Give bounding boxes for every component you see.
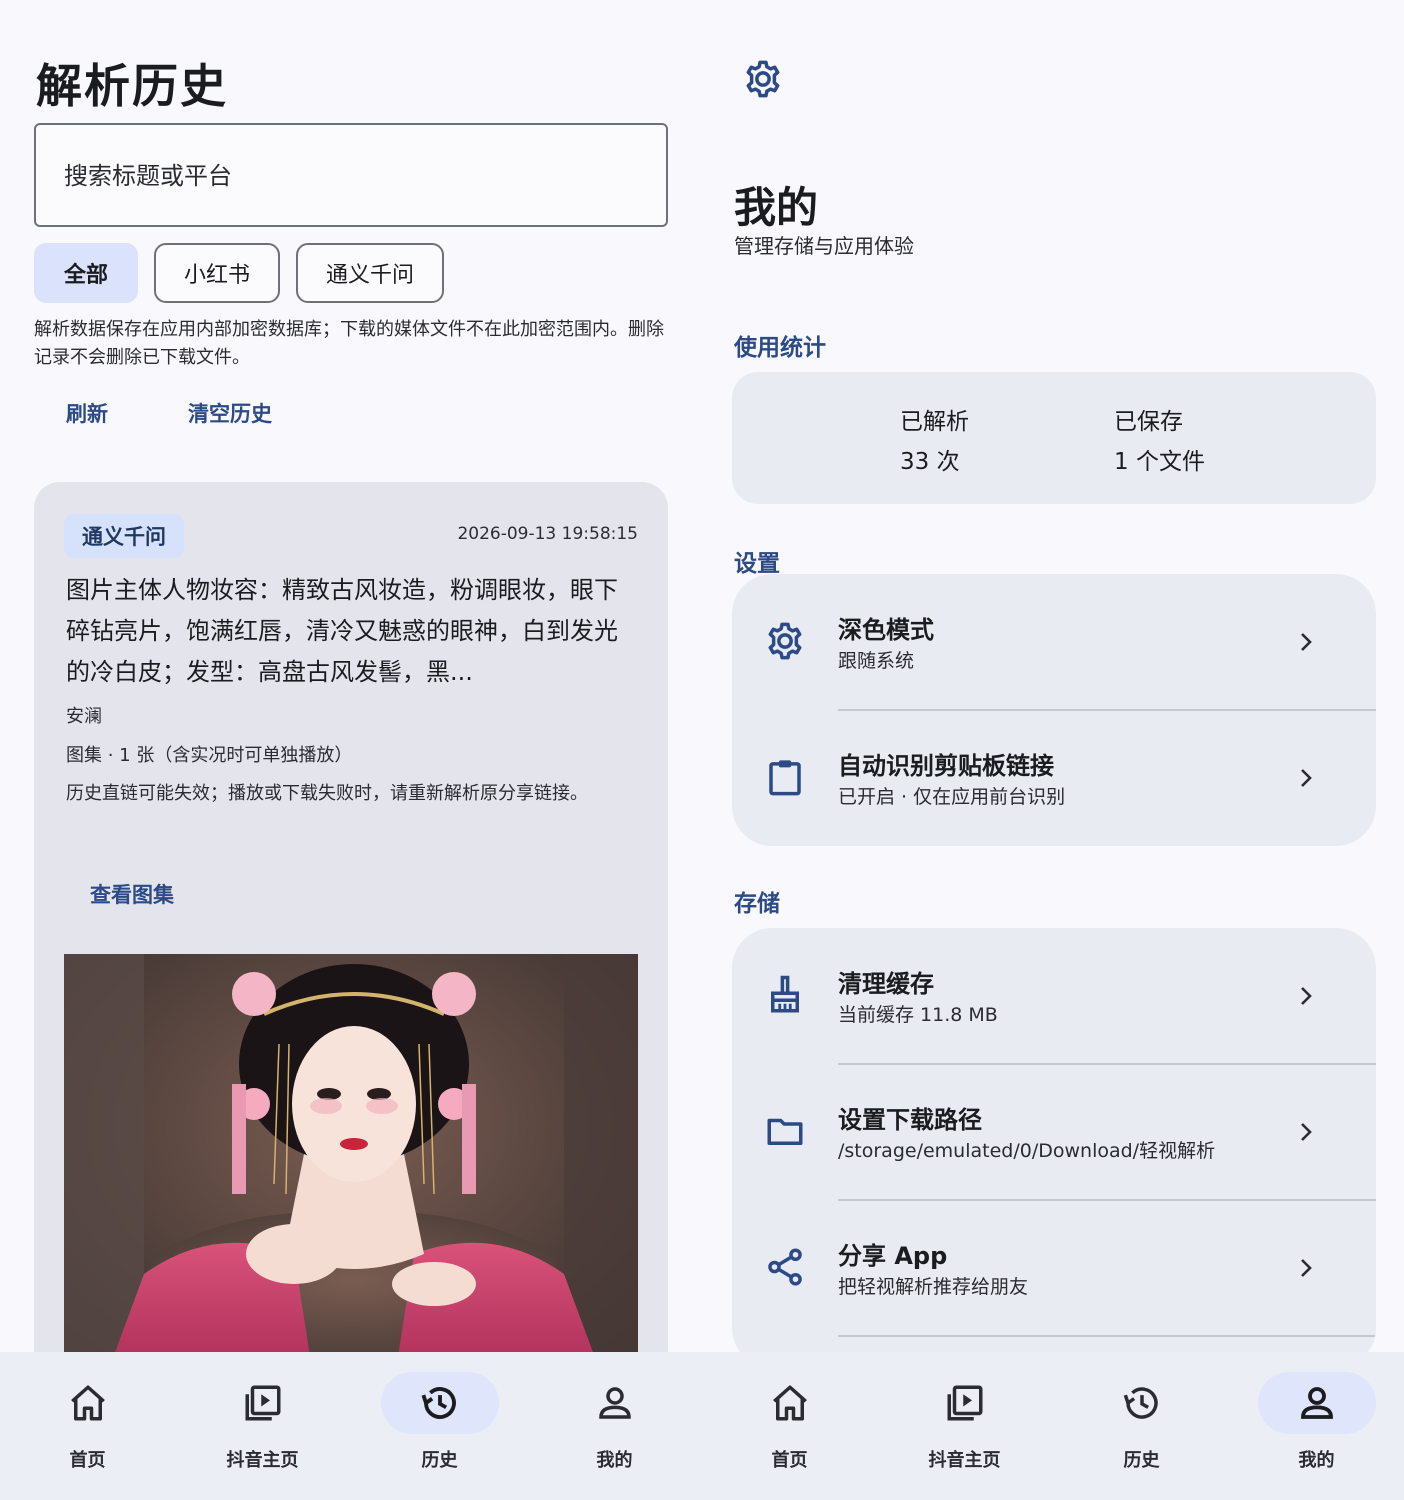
nav-me-label: 我的: [1298, 1450, 1335, 1471]
clear-cache-title: 清理缓存: [838, 970, 934, 998]
history-icon: [421, 1387, 456, 1419]
nav-history[interactable]: 历史: [1054, 1352, 1229, 1500]
chevron-right-icon: [1301, 633, 1312, 651]
chevron-right-icon: [1301, 1123, 1312, 1141]
nav-me[interactable]: 我的: [527, 1352, 702, 1500]
nav-douyin-label: 抖音主页: [928, 1450, 1001, 1471]
page-title: 解析历史: [36, 59, 228, 113]
home-icon: [70, 1385, 105, 1421]
filter-chip-tongyi[interactable]: 通义千问: [296, 243, 445, 303]
storage-card: 清理缓存 当前缓存 11.8 MB 设置下载路径 /storage/emulat…: [732, 928, 1376, 1368]
view-gallery-button[interactable]: 查看图集: [90, 879, 174, 909]
share-app-subtitle: 把轻视解析推荐给朋友: [838, 1276, 1029, 1298]
history-screen: 解析历史 全部 小红书 通义千问 解析数据保存在应用内部加密数据库；下载的媒体文…: [0, 0, 702, 1500]
nav-me-label: 我的: [596, 1450, 633, 1471]
chevron-right-icon: [1301, 1259, 1312, 1277]
stat-parsed-label: 已解析: [900, 409, 969, 435]
stat-saved-label: 已保存: [1114, 409, 1183, 435]
chevron-right-icon: [1301, 987, 1312, 1005]
stat-parsed: 已解析 33 次: [900, 402, 969, 482]
download-path-title: 设置下载路径: [838, 1106, 982, 1134]
home-icon: [772, 1385, 807, 1421]
page-subtitle: 管理存储与应用体验: [734, 234, 914, 258]
nav-douyin[interactable]: 抖音主页: [175, 1352, 350, 1500]
dark-mode-row[interactable]: 深色模式 跟随系统: [732, 574, 1376, 710]
search-input[interactable]: [64, 155, 624, 197]
stats-card: 已解析 33 次 已保存 1 个文件: [732, 372, 1376, 504]
person-icon: [598, 1387, 631, 1419]
record-warning: 历史直链可能失效；播放或下载失败时，请重新解析原分享链接。: [66, 783, 588, 804]
platform-badge: 通义千问: [64, 514, 184, 558]
settings-card: 深色模式 跟随系统 自动识别剪贴板链接 已开启 · 仅在应用前台识别: [732, 574, 1376, 846]
nav-douyin-label: 抖音主页: [226, 1450, 299, 1471]
history-actions: 刷新 清空历史: [66, 398, 272, 428]
clipboard-subtitle: 已开启 · 仅在应用前台识别: [838, 786, 1066, 808]
person-icon: [1300, 1387, 1333, 1419]
share-app-row[interactable]: 分享 App 把轻视解析推荐给朋友: [732, 1200, 1376, 1336]
history-card[interactable]: 通义千问 2026-09-13 19:58:15 图片主体人物妆容：精致古风妆造…: [34, 482, 668, 1382]
filter-chip-all[interactable]: 全部: [34, 243, 139, 303]
search-field[interactable]: [34, 123, 668, 227]
divider: [838, 1335, 1376, 1337]
nav-history-label: 历史: [1123, 1450, 1160, 1471]
download-path-row[interactable]: 设置下载路径 /storage/emulated/0/Download/轻视解析: [732, 1064, 1376, 1200]
nav-history[interactable]: 历史: [352, 1352, 527, 1500]
portrait-image: [64, 954, 638, 1382]
nav-home[interactable]: 首页: [0, 1352, 175, 1500]
bottom-nav: 首页 抖音主页 历史 我的: [0, 1352, 702, 1500]
dark-mode-title: 深色模式: [838, 616, 934, 644]
section-stats-label: 使用统计: [734, 335, 826, 361]
record-author: 安澜: [66, 706, 102, 727]
nav-me[interactable]: 我的: [1229, 1352, 1404, 1500]
folder-icon: [767, 1118, 803, 1145]
record-timestamp: 2026-09-13 19:58:15: [457, 524, 638, 544]
video-library-icon: [947, 1385, 982, 1421]
nav-home[interactable]: 首页: [702, 1352, 877, 1500]
dark-mode-subtitle: 跟随系统: [838, 650, 915, 672]
share-app-title: 分享 App: [838, 1242, 948, 1270]
nav-home-label: 首页: [69, 1450, 106, 1471]
page-title: 我的: [734, 183, 819, 232]
video-library-icon: [245, 1385, 280, 1421]
filter-chips: 全部 小红书 通义千问: [34, 243, 445, 303]
section-settings-label: 设置: [734, 551, 780, 577]
privacy-note: 解析数据保存在应用内部加密数据库；下载的媒体文件不在此加密范围内。删除记录不会删…: [34, 319, 664, 368]
clear-history-button[interactable]: 清空历史: [188, 398, 272, 428]
history-icon: [1123, 1387, 1158, 1419]
record-meta: 图集 · 1 张（含实况时可单独播放）: [66, 745, 353, 766]
nav-home-label: 首页: [771, 1450, 808, 1471]
share-icon: [768, 1248, 802, 1286]
nav-douyin[interactable]: 抖音主页: [877, 1352, 1052, 1500]
broom-icon: [771, 975, 799, 1013]
nav-history-label: 历史: [421, 1450, 458, 1471]
clear-cache-subtitle: 当前缓存 11.8 MB: [838, 1004, 998, 1026]
stat-saved-value: 1 个文件: [1114, 449, 1205, 475]
filter-chip-xiaohongshu[interactable]: 小红书: [154, 243, 281, 303]
clipboard-title: 自动识别剪贴板链接: [838, 752, 1054, 780]
gear-icon: [768, 622, 802, 660]
chevron-right-icon: [1301, 769, 1312, 787]
gear-icon[interactable]: [742, 58, 784, 100]
stat-saved: 已保存 1 个文件: [1114, 402, 1205, 482]
stat-parsed-value: 33 次: [900, 449, 960, 475]
record-description: 图片主体人物妆容：精致古风妆造，粉调眼妆，眼下碎钻亮片，饱满红唇，清冷又魅惑的眼…: [66, 576, 618, 686]
clipboard-icon: [769, 760, 801, 796]
refresh-button[interactable]: 刷新: [66, 398, 108, 428]
section-storage-label: 存储: [734, 891, 780, 917]
bottom-nav: 首页 抖音主页 历史 我的: [702, 1352, 1404, 1500]
clipboard-row[interactable]: 自动识别剪贴板链接 已开启 · 仅在应用前台识别: [732, 710, 1376, 846]
me-screen: 我的 管理存储与应用体验 使用统计 已解析 33 次 已保存 1 个文件 设置 …: [702, 0, 1404, 1500]
gallery-thumbnail[interactable]: [64, 954, 638, 1382]
download-path-subtitle: /storage/emulated/0/Download/轻视解析: [838, 1140, 1216, 1162]
clear-cache-row[interactable]: 清理缓存 当前缓存 11.8 MB: [732, 928, 1376, 1064]
